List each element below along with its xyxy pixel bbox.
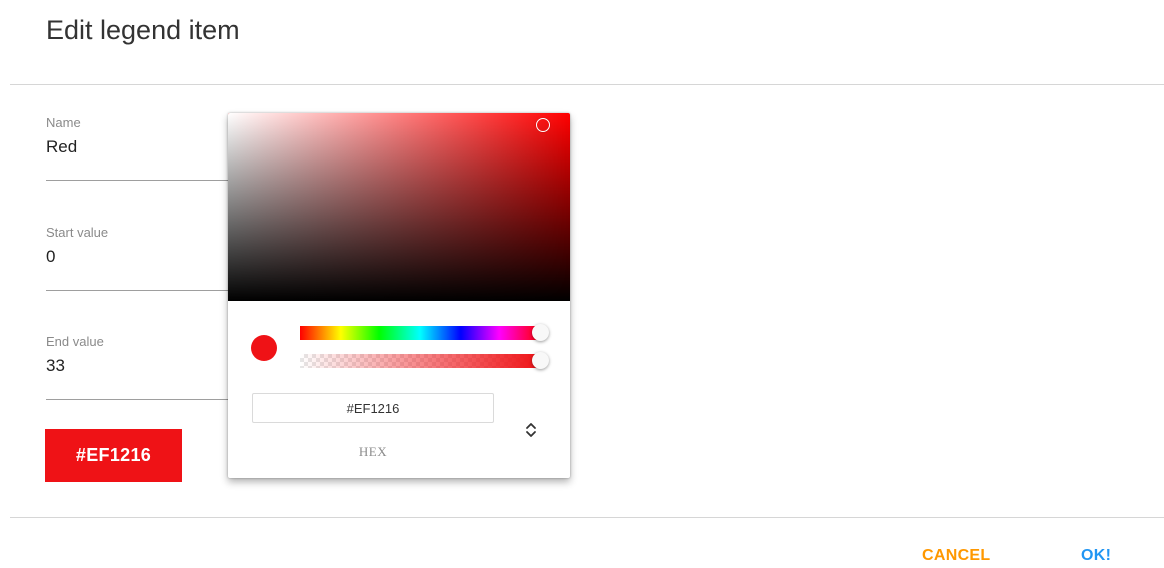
alpha-slider-handle[interactable] <box>532 352 549 369</box>
saturation-cursor[interactable] <box>536 118 550 132</box>
ok-button[interactable]: OK! <box>1081 544 1111 568</box>
up-down-chevron-icon[interactable] <box>520 413 542 447</box>
end-value-input[interactable]: 33 <box>46 356 65 376</box>
cancel-button[interactable]: CANCEL <box>922 544 990 568</box>
alpha-slider[interactable] <box>300 352 549 369</box>
end-value-label: End value <box>46 334 104 349</box>
hex-input[interactable] <box>252 393 494 423</box>
dialog-title: Edit legend item <box>46 15 240 45</box>
top-divider <box>10 84 1164 85</box>
color-button[interactable]: #EF1216 <box>45 429 182 482</box>
hue-slider[interactable] <box>300 324 549 341</box>
color-picker-popup: HEX <box>228 113 570 478</box>
color-preview-swatch <box>251 335 277 361</box>
bottom-divider <box>10 517 1164 518</box>
start-value-label: Start value <box>46 225 109 240</box>
saturation-area[interactable] <box>228 113 570 301</box>
name-label: Name <box>46 115 81 130</box>
hue-slider-handle[interactable] <box>532 324 549 341</box>
alpha-gradient <box>300 354 540 368</box>
name-input[interactable]: Red <box>46 137 77 157</box>
start-value-input[interactable]: 0 <box>46 247 55 267</box>
hex-mode-label: HEX <box>358 444 388 459</box>
